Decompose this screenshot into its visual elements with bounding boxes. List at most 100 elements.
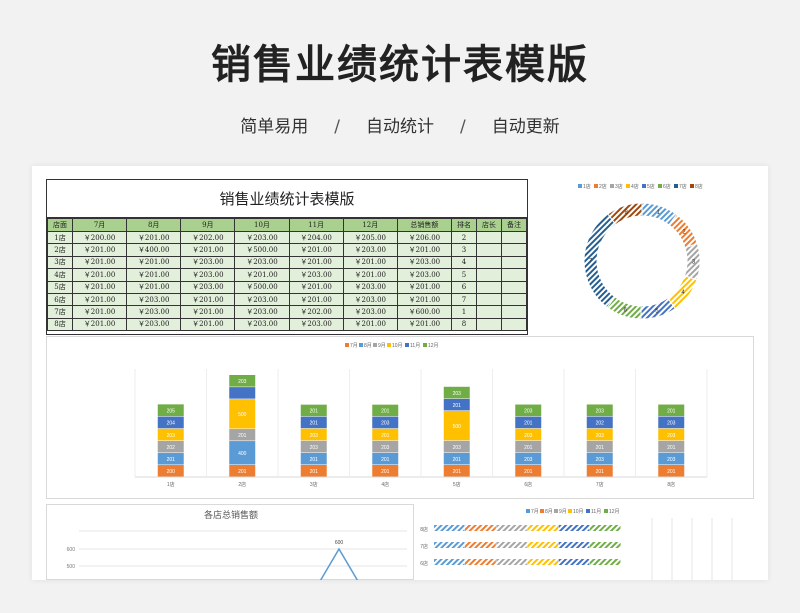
table-cell[interactable]: 1 [450,305,477,319]
table-cell[interactable]: ￥201.00 [126,255,182,270]
table-cell[interactable]: ￥201.00 [288,292,344,307]
table-cell[interactable]: ￥201.00 [180,317,236,332]
table-cell[interactable]: ￥202.00 [180,230,236,245]
table-cell[interactable]: ￥205.00 [342,230,398,245]
table-cell[interactable]: ￥201.00 [71,280,128,294]
table-cell[interactable]: ￥203.00 [234,292,290,307]
bar-label: 201 [310,457,319,463]
table-cell[interactable]: ￥201.00 [396,243,452,257]
table-cell[interactable] [500,230,528,245]
table-cell[interactable]: ￥201.00 [126,230,182,245]
table-cell[interactable]: ￥203.00 [126,292,182,307]
table-cell[interactable]: ￥203.00 [180,268,236,282]
table-cell[interactable] [500,305,528,319]
table-cell[interactable]: ￥201.00 [396,292,452,307]
bar-label: 201 [381,409,390,415]
bar-segment [558,559,590,565]
table-cell[interactable]: ￥201.00 [288,280,344,294]
table-cell[interactable]: ￥203.00 [342,305,398,319]
table-cell[interactable]: ￥201.00 [342,268,398,282]
table-cell[interactable]: ￥201.00 [288,255,344,270]
table-cell[interactable] [475,280,502,294]
table-cell[interactable]: ￥201.00 [71,268,128,282]
table-cell[interactable]: 4 [450,255,477,270]
table-cell[interactable]: 5店 [47,280,73,294]
table-cell[interactable] [475,255,502,270]
table-cell[interactable]: ￥201.00 [396,280,452,294]
table-cell[interactable]: ￥204.00 [288,230,344,245]
bar-label: 400 [238,451,247,457]
table-cell[interactable]: ￥203.00 [126,305,182,319]
table-cell[interactable]: 1店 [47,230,73,245]
bar-label: 203 [596,433,605,439]
table-cell[interactable]: ￥203.00 [234,230,290,245]
table-cell[interactable]: 5 [450,268,477,282]
table-cell[interactable]: ￥201.00 [180,243,236,257]
table-cell[interactable] [475,292,502,307]
table-cell[interactable]: ￥201.00 [234,268,290,282]
table-cell[interactable]: 4店 [47,268,73,282]
table-cell[interactable] [500,292,528,307]
table-cell[interactable]: ￥600.00 [396,305,452,319]
table-cell[interactable]: ￥203.00 [342,280,398,294]
table-cell[interactable] [475,317,502,332]
table-cell[interactable] [500,317,528,332]
table-cell[interactable]: ￥201.00 [71,292,128,307]
table-cell[interactable]: 7 [450,292,477,307]
table-cell[interactable]: ￥203.00 [342,292,398,307]
table-cell[interactable]: ￥200.00 [71,230,128,245]
table-cell[interactable]: 2 [450,230,477,245]
legend-swatch [387,343,391,347]
table-cell[interactable]: 3店 [47,255,73,270]
legend-label: 12月 [609,509,620,515]
table-cell[interactable]: ￥203.00 [288,268,344,282]
table-cell[interactable]: ￥203.00 [396,268,452,282]
table-cell[interactable]: ￥201.00 [71,305,128,319]
table-cell[interactable]: ￥201.00 [71,255,128,270]
table-cell[interactable]: ￥500.00 [234,243,290,257]
table-cell[interactable]: 6店 [47,292,73,307]
bar-label: 203 [453,445,462,451]
table-cell[interactable]: ￥201.00 [342,317,398,332]
table-cell[interactable]: ￥400.00 [126,243,182,257]
table-cell[interactable]: ￥201.00 [180,305,236,319]
table-cell[interactable] [500,280,528,294]
bar-label: 201 [381,469,390,475]
table-cell[interactable]: ￥201.00 [180,292,236,307]
table-cell[interactable]: ￥203.00 [180,280,236,294]
table-cell[interactable]: ￥201.00 [71,243,128,257]
table-cell[interactable]: ￥203.00 [234,317,290,332]
table-cell[interactable]: ￥500.00 [234,280,290,294]
table-cell[interactable]: ￥203.00 [234,305,290,319]
table-cell[interactable]: ￥201.00 [126,268,182,282]
table-cell[interactable]: ￥201.00 [288,243,344,257]
table-cell[interactable]: ￥203.00 [234,255,290,270]
table-cell[interactable] [475,305,502,319]
x-tick-label: 7店 [596,481,604,488]
table-cell[interactable] [475,230,502,245]
table-cell[interactable] [500,255,528,270]
table-cell[interactable]: ￥201.00 [126,280,182,294]
table-cell[interactable]: ￥201.00 [396,317,452,332]
table-cell[interactable]: ￥201.00 [342,255,398,270]
table-cell[interactable]: ￥203.00 [342,243,398,257]
table-cell[interactable] [475,268,502,282]
table-cell[interactable]: 6 [450,280,477,294]
table-cell[interactable]: ￥203.00 [288,317,344,332]
table-cell[interactable] [500,243,528,257]
table-cell[interactable]: ￥206.00 [396,230,452,245]
table-cell[interactable]: ￥203.00 [396,255,452,270]
legend-label: 7店 [679,183,687,190]
table-cell[interactable] [475,243,502,257]
table-cell[interactable]: 3 [450,243,477,257]
table-cell[interactable]: ￥202.00 [288,305,344,319]
table-cell[interactable]: 2店 [47,243,73,257]
table-cell[interactable]: 8 [450,317,477,332]
table-cell[interactable] [500,268,528,282]
table-cell[interactable]: 8店 [47,317,73,332]
legend-swatch [373,343,377,347]
table-cell[interactable]: 7店 [47,305,73,319]
table-cell[interactable]: ￥203.00 [180,255,236,270]
table-cell[interactable]: ￥201.00 [71,317,128,332]
table-cell[interactable]: ￥203.00 [126,317,182,332]
